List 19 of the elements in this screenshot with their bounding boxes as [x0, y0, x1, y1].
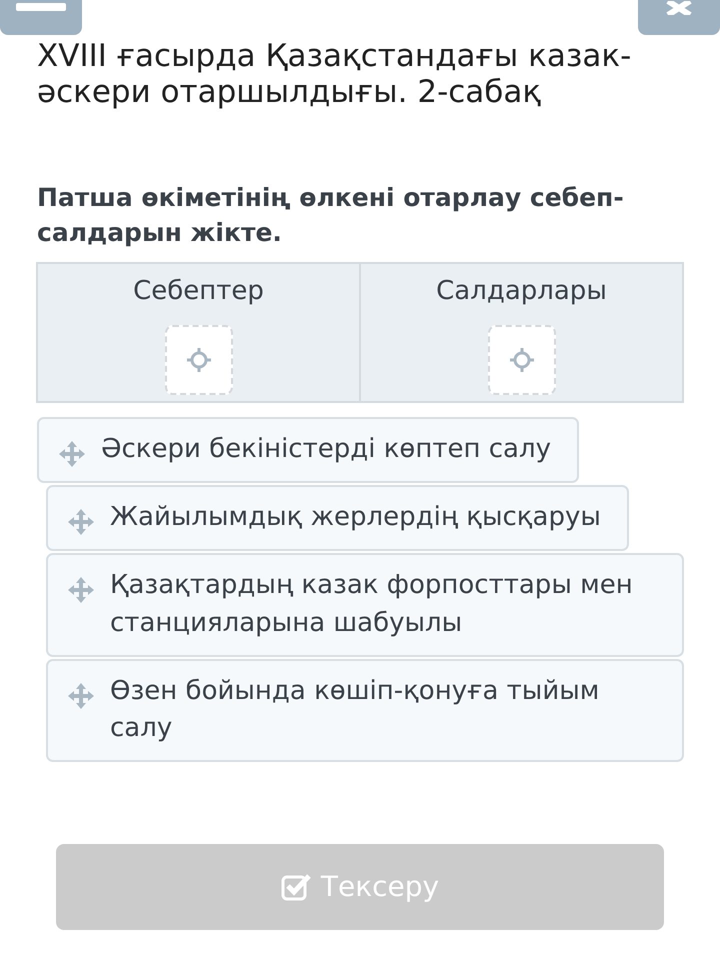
- menu-button[interactable]: [0, 0, 82, 35]
- move-icon: [66, 507, 96, 538]
- move-icon: [66, 575, 96, 606]
- draggable-answer[interactable]: Қазақтардың казак форпосттары мен станцияларына шабуылы: [46, 553, 684, 657]
- drop-slot[interactable]: [164, 325, 232, 396]
- target-icon: [186, 347, 212, 374]
- question-text: Патша өкіметінің өлкені отарлау себеп-салдарын жікте.: [37, 182, 625, 250]
- draggable-answer[interactable]: Жайылымдық жерлердің қысқаруы: [46, 485, 629, 552]
- column-heading: Салдарлары: [436, 275, 607, 308]
- checkbox-icon: [280, 873, 311, 902]
- draggable-answer[interactable]: Әскери бекіністерді көптеп салу: [37, 417, 579, 484]
- move-icon: [57, 439, 87, 470]
- draggable-answer[interactable]: Өзен бойында көшіп-қонуға тыйым салу: [46, 658, 684, 762]
- close-button[interactable]: [638, 0, 720, 35]
- target-icon: [508, 347, 534, 374]
- page-title: XVIII ғасырда Қазақстандағы казак-әскери отаршылдығы. 2-сабақ: [37, 39, 632, 110]
- column-heading: Себептер: [133, 275, 264, 308]
- drop-slot[interactable]: [488, 325, 556, 396]
- move-icon: [66, 680, 96, 711]
